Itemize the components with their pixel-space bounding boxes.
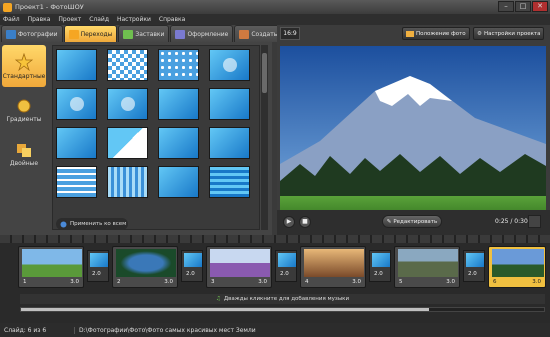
star-icon [15, 52, 33, 71]
slide-thumbnail [398, 249, 458, 277]
photo-position-button[interactable]: Положение фото [402, 27, 470, 40]
globe-icon [60, 221, 67, 227]
transition-5[interactable]: 2.0 [463, 250, 485, 282]
slide-4[interactable]: 4 3.0 [300, 246, 366, 288]
transition-thumb[interactable] [209, 88, 250, 120]
transition-thumb[interactable] [56, 166, 97, 198]
window-title: Проект1 - ФотоШОУ [15, 3, 84, 11]
transition-thumb[interactable] [107, 49, 148, 81]
aspect-ratio-button[interactable]: 16:9 [280, 27, 300, 40]
tab-design[interactable]: Оформление [170, 25, 234, 42]
transition-thumb[interactable] [158, 166, 199, 198]
slide-thumbnail [116, 249, 176, 277]
slide-thumbnail [22, 249, 82, 277]
menu-settings[interactable]: Настройки [117, 16, 151, 23]
apply-all-button[interactable]: Применить ко всем [56, 218, 128, 230]
title-bar: Проект1 - ФотоШОУ – □ ✕ [0, 0, 550, 14]
slide-2[interactable]: 2 3.0 [112, 246, 178, 288]
transition-thumb[interactable] [209, 127, 250, 159]
transition-thumb[interactable] [107, 88, 148, 120]
star-icon [68, 29, 79, 39]
tab-transitions[interactable]: Переходы [63, 25, 118, 42]
app-icon [3, 2, 12, 12]
transition-thumb[interactable] [158, 88, 199, 120]
menu-bar: Файл Правка Проект Слайд Настройки Справ… [0, 14, 550, 25]
screensaver-icon [123, 29, 134, 39]
mountain-photo [280, 46, 546, 224]
transition-thumb[interactable] [209, 49, 250, 81]
create-icon [239, 29, 250, 39]
playback-controls: ▶ ■ ✎ Редактировать 0:25 / 0:30 [277, 210, 550, 235]
category-gradients[interactable]: Градиенты [2, 89, 46, 131]
timeline-ruler [0, 235, 550, 243]
scrollbar-fill [21, 308, 429, 311]
menu-project[interactable]: Проект [58, 16, 81, 23]
slide-3[interactable]: 3 3.0 [206, 246, 272, 288]
slide-thumbnail [210, 249, 270, 277]
status-bar: Слайд: 6 из 6 D:\Фотографии\Фото\Фото са… [0, 323, 550, 337]
transitions-grid [52, 45, 260, 230]
timeline-scrollbar[interactable] [20, 307, 545, 312]
menu-help[interactable]: Справка [159, 16, 185, 23]
category-standard[interactable]: Стандартные [2, 45, 46, 87]
double-icon [17, 143, 31, 157]
transition-categories: Стандартные Градиенты Двойные [2, 45, 46, 235]
tab-create[interactable]: Создать [234, 25, 283, 42]
gradient-icon [17, 99, 31, 112]
close-button[interactable]: ✕ [532, 1, 548, 12]
minimize-button[interactable]: – [498, 1, 514, 12]
transition-3[interactable]: 2.0 [275, 250, 297, 282]
transition-thumb[interactable] [209, 166, 250, 198]
slide-1[interactable]: 1 3.0 [18, 246, 84, 288]
music-note-icon: ♫ [215, 296, 221, 302]
transition-thumb[interactable] [107, 166, 148, 198]
transition-2[interactable]: 2.0 [181, 250, 203, 282]
transition-thumb[interactable] [158, 127, 199, 159]
tab-photos[interactable]: Фотографии [1, 25, 63, 42]
play-button[interactable]: ▶ [283, 216, 295, 228]
pencil-icon: ✎ [386, 218, 392, 225]
timeline: 1 3.0 2.0 2 3.0 2.0 3 3.0 2.0 4 3.0 2.0 … [0, 235, 550, 323]
photos-icon [6, 29, 16, 39]
slide-5[interactable]: 5 3.0 [394, 246, 460, 288]
preview-panel: 16:9 Положение фото ⚙ Настройки проекта … [277, 25, 550, 235]
transition-4[interactable]: 2.0 [369, 250, 391, 282]
slide-counter: Слайд: 6 из 6 [0, 326, 75, 334]
transition-thumb[interactable] [158, 49, 199, 81]
file-path: D:\Фотографии\Фото\Фото самых красивых м… [79, 326, 256, 334]
grid-scrollbar[interactable] [261, 45, 268, 230]
edit-button[interactable]: ✎ Редактировать [382, 215, 442, 228]
transition-thumb[interactable] [56, 49, 97, 81]
stop-button[interactable]: ■ [299, 216, 311, 228]
menu-edit[interactable]: Правка [28, 16, 51, 23]
film-icon [406, 30, 414, 37]
project-settings-button[interactable]: ⚙ Настройки проекта [473, 27, 545, 40]
music-track[interactable]: ♫ Дважды кликните для добавления музыки [20, 294, 545, 304]
maximize-button[interactable]: □ [515, 1, 531, 12]
left-panel: Фотографии Переходы Заставки Оформление … [0, 25, 283, 235]
design-icon [175, 29, 186, 39]
playback-time: 0:25 / 0:30 [495, 218, 528, 225]
slide-thumbnail [304, 249, 364, 277]
menu-slide[interactable]: Слайд [89, 16, 109, 23]
transition-thumb[interactable] [56, 88, 97, 120]
category-double[interactable]: Двойные [2, 133, 46, 175]
tab-screensavers[interactable]: Заставки [118, 25, 170, 42]
transition-thumb[interactable] [56, 127, 97, 159]
slide-thumbnail [492, 249, 544, 277]
transition-thumb[interactable] [107, 127, 148, 159]
fullscreen-button[interactable] [528, 215, 541, 228]
slide-6[interactable]: 6 3.0 [488, 246, 546, 288]
gear-icon: ⚙ [477, 30, 482, 37]
photo-preview [280, 46, 546, 224]
menu-file[interactable]: Файл [3, 16, 20, 23]
transition-1[interactable]: 2.0 [87, 250, 109, 282]
